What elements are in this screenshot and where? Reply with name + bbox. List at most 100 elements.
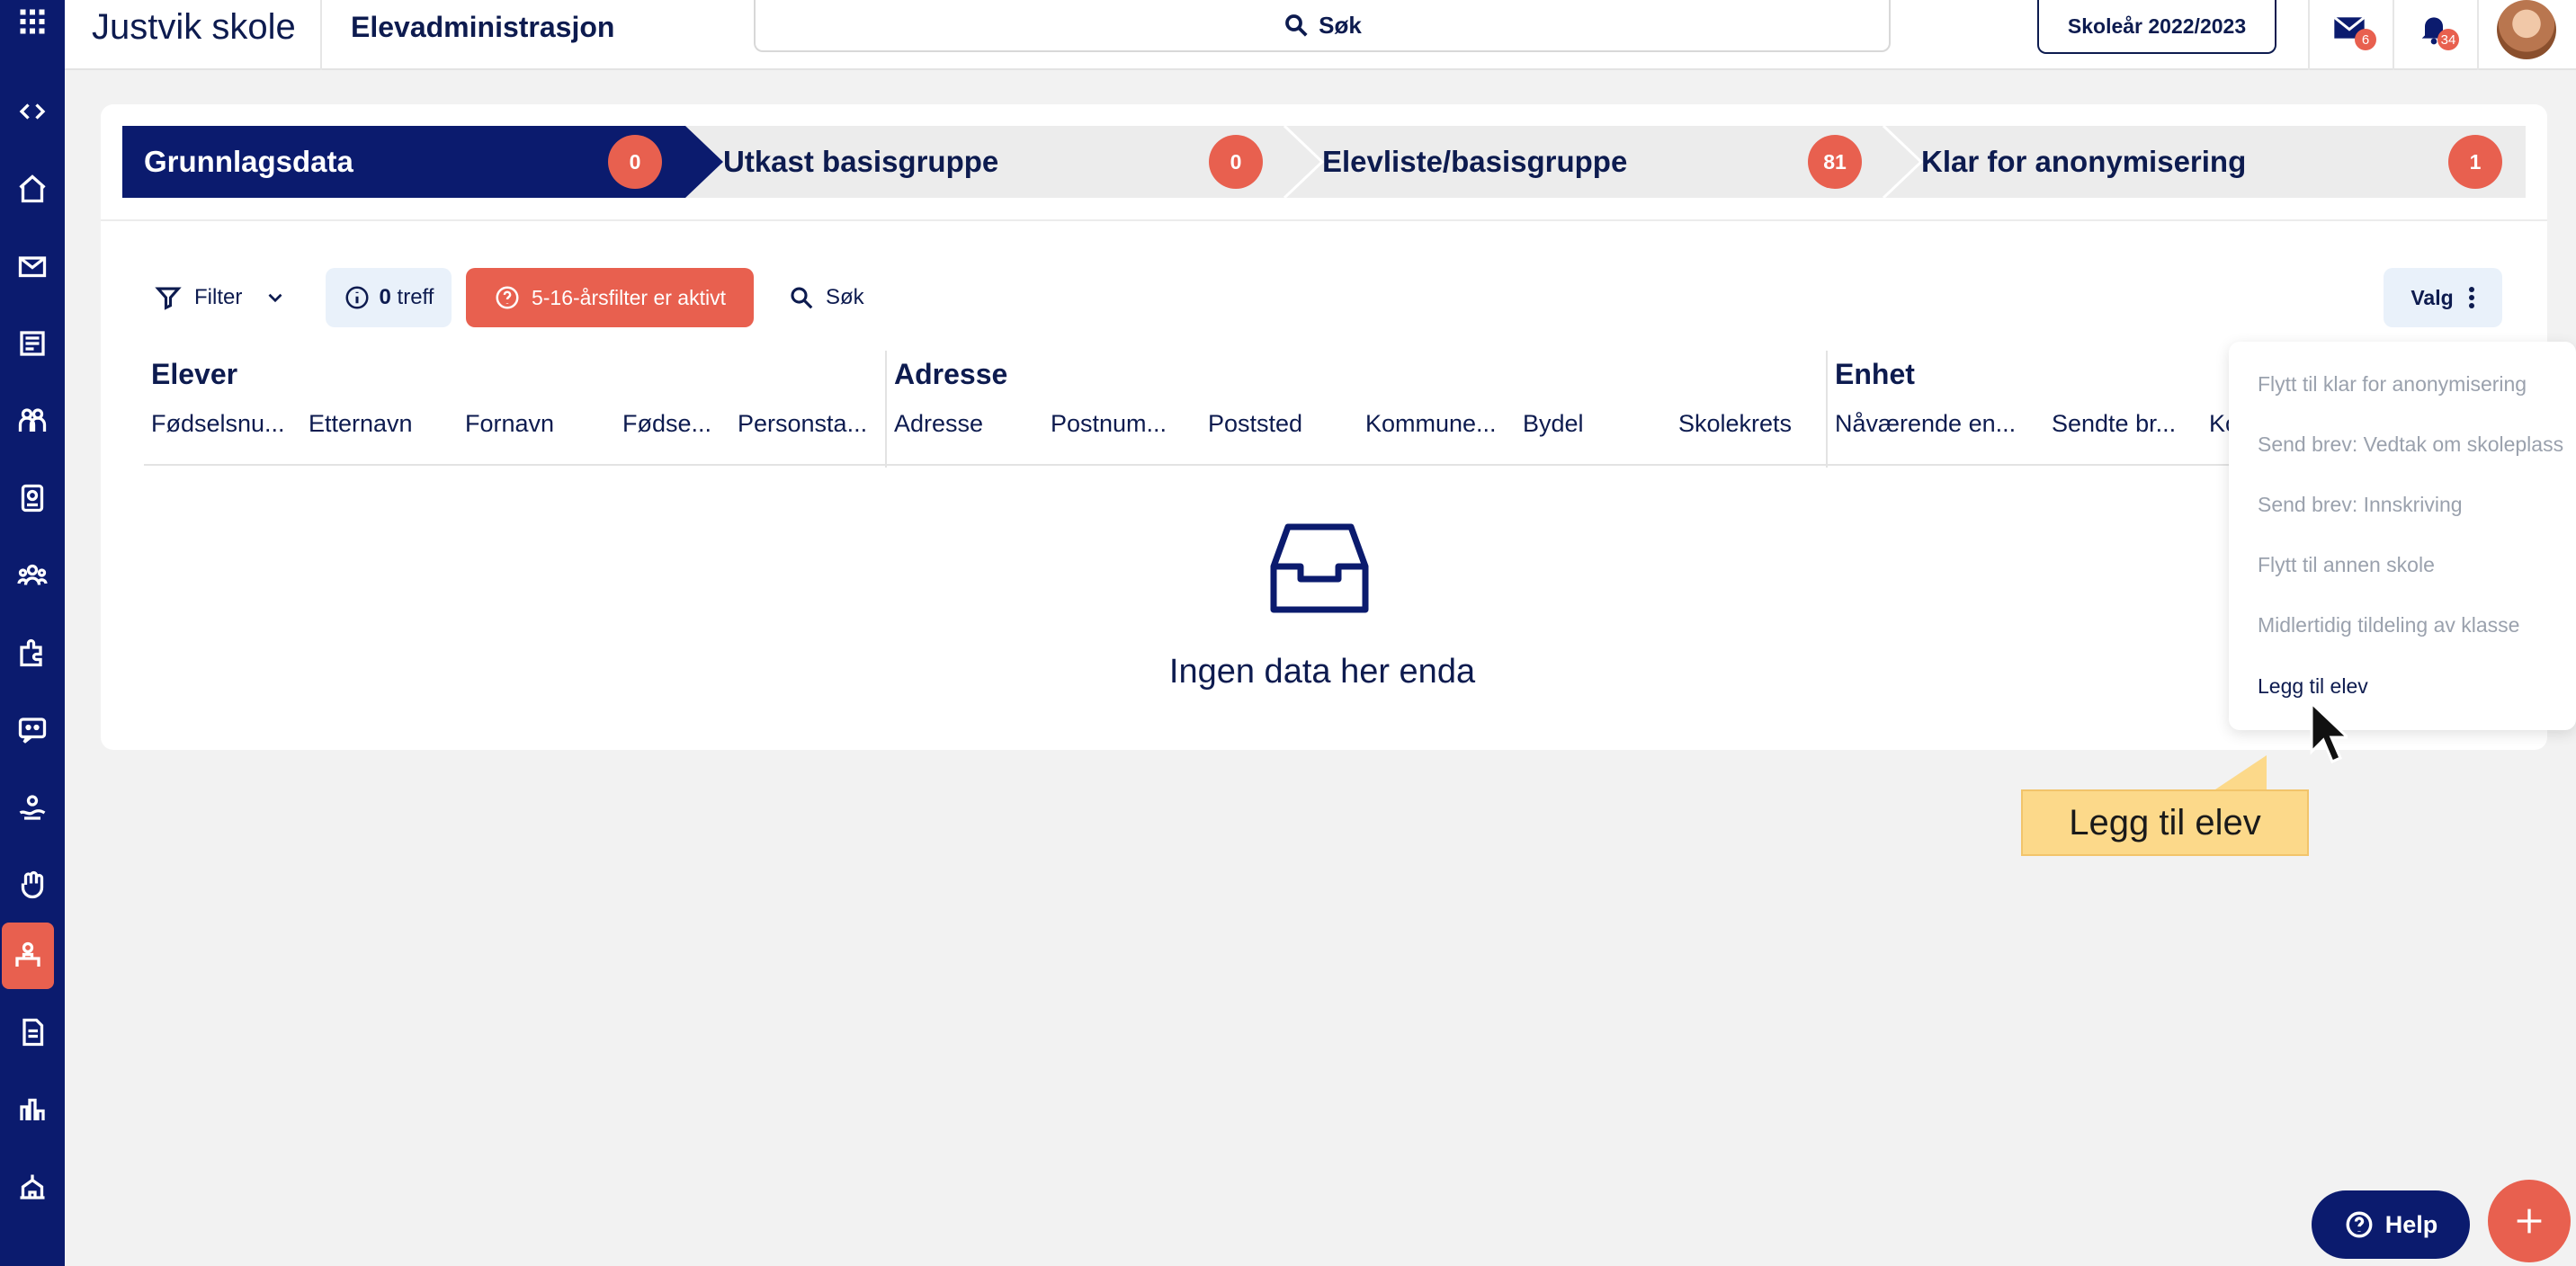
step-grunnlagsdata[interactable]: Grunnlagsdata 0 — [122, 126, 685, 198]
column-header[interactable]: Bydel — [1523, 410, 1584, 438]
step-count-badge: 1 — [2448, 135, 2502, 189]
apps-grid-icon[interactable] — [0, 0, 65, 54]
search-icon — [791, 287, 813, 309]
search-icon — [1285, 14, 1308, 37]
student-admin-icon[interactable] — [2, 923, 54, 989]
main-card: Grunnlagsdata 0 Utkast basisgruppe 0 Ele… — [101, 104, 2547, 750]
help-button[interactable]: Help — [2312, 1190, 2470, 1259]
filter-icon — [155, 287, 182, 310]
column-header[interactable]: Fornavn — [465, 410, 554, 438]
hits-number: 0 — [379, 285, 391, 309]
menu-item-midlertidig-tildeling[interactable]: Midlertidig tildeling av klasse — [2258, 613, 2519, 637]
mail-button[interactable]: 6 — [2313, 0, 2385, 56]
column-header[interactable]: Postnum... — [1051, 410, 1167, 438]
step-elevliste-basisgruppe[interactable]: Elevliste/basisgruppe 81 — [1322, 126, 1883, 198]
step-navigation: Grunnlagsdata 0 Utkast basisgruppe 0 Ele… — [122, 126, 2526, 198]
step-label: Elevliste/basisgruppe — [1322, 145, 1628, 178]
empty-inbox-icon — [1270, 523, 1369, 613]
step-label: Grunnlagsdata — [144, 145, 353, 178]
step-utkast-basisgruppe[interactable]: Utkast basisgruppe 0 — [723, 126, 1284, 198]
group-header-enhet: Enhet — [1835, 358, 1915, 390]
menu-item-flytt-til-klar[interactable]: Flytt til klar for anonymisering — [2258, 372, 2527, 397]
group-divider — [885, 351, 887, 468]
table-search-button[interactable]: Søk — [788, 268, 864, 327]
kebab-menu-icon — [2468, 287, 2474, 308]
collapse-icon[interactable] — [0, 79, 65, 144]
group-header-adresse: Adresse — [894, 358, 1008, 390]
hand-heart-icon[interactable] — [0, 775, 65, 840]
school-year-button[interactable]: Skoleår 2022/2023 — [2037, 0, 2276, 54]
group-icon[interactable] — [0, 543, 65, 608]
news-icon[interactable] — [0, 311, 65, 376]
mouse-cursor-icon — [2310, 701, 2348, 763]
add-fab-button[interactable] — [2488, 1180, 2571, 1262]
question-icon — [2346, 1211, 2373, 1238]
header-divider — [2393, 0, 2394, 70]
header-divider — [320, 0, 322, 70]
people-icon[interactable] — [0, 388, 65, 453]
header-divider — [2308, 0, 2310, 70]
filter-button[interactable]: Filter — [155, 268, 287, 327]
column-header[interactable]: Sendte br... — [2052, 410, 2176, 438]
column-header[interactable]: Kommune... — [1365, 410, 1497, 438]
plus-icon — [2517, 1208, 2542, 1234]
step-count-badge: 81 — [1808, 135, 1862, 189]
mail-count-badge: 6 — [2355, 29, 2376, 50]
top-header: Justvik skole Elevadministrasjon Søk Sko… — [65, 0, 2576, 70]
wave-icon[interactable] — [0, 852, 65, 917]
age-filter-button[interactable]: 5-16-årsfilter er aktivt — [466, 268, 754, 327]
global-search[interactable]: Søk — [754, 0, 1891, 52]
menu-item-flytt-til-annen-skole[interactable]: Flytt til annen skole — [2258, 553, 2435, 577]
menu-item-send-brev-vedtak[interactable]: Send brev: Vedtak om skoleplass — [2258, 432, 2563, 457]
step-label: Klar for anonymisering — [1921, 145, 2247, 178]
global-search-label: Søk — [1319, 11, 1362, 39]
group-header-elever: Elever — [151, 358, 238, 390]
filter-label: Filter — [194, 285, 243, 309]
empty-state-text: Ingen data her enda — [1168, 653, 1476, 691]
column-header[interactable]: Personsta... — [738, 410, 867, 438]
chart-icon[interactable] — [0, 1077, 65, 1142]
menu-item-legg-til-elev[interactable]: Legg til elev — [2258, 674, 2368, 699]
column-header[interactable]: Poststed — [1208, 410, 1302, 438]
group-divider — [1826, 351, 1828, 468]
column-header[interactable]: Etternavn — [309, 410, 413, 438]
tooltip-callout: Legg til elev — [2021, 789, 2309, 856]
age-filter-label: 5-16-årsfilter er aktivt — [531, 285, 726, 309]
home-icon[interactable] — [0, 156, 65, 221]
school-icon[interactable] — [0, 1155, 65, 1219]
notifications-button[interactable]: 34 — [2398, 0, 2470, 56]
chat-icon[interactable] — [0, 698, 65, 762]
step-count-badge: 0 — [608, 135, 662, 189]
divider — [101, 219, 2547, 221]
chevron-down-icon — [268, 293, 282, 303]
menu-item-send-brev-innskriving[interactable]: Send brev: Innskriving — [2258, 493, 2463, 517]
header-divider — [2477, 0, 2479, 70]
column-header[interactable]: Nåværende en... — [1835, 410, 2016, 438]
hits-label: treff — [397, 285, 434, 309]
tooltip-pointer — [2213, 755, 2267, 791]
hits-count: 0 treff — [326, 268, 452, 327]
column-header[interactable]: Fødselsnu... — [151, 410, 285, 438]
notification-count-badge: 34 — [2437, 29, 2459, 50]
valg-button[interactable]: Valg — [2384, 268, 2502, 327]
step-label: Utkast basisgruppe — [723, 145, 999, 178]
table-search-label: Søk — [826, 285, 864, 309]
step-klar-for-anonymisering[interactable]: Klar for anonymisering 1 — [1921, 126, 2526, 198]
info-icon — [345, 286, 369, 309]
column-header[interactable]: Skolekrets — [1678, 410, 1792, 438]
valg-dropdown-menu: Flytt til klar for anonymisering Send br… — [2229, 342, 2576, 730]
sidebar — [0, 0, 65, 1266]
module-title: Elevadministrasjon — [351, 11, 615, 43]
column-header[interactable]: Fødse... — [622, 410, 711, 438]
school-name: Justvik skole — [92, 7, 296, 47]
column-header[interactable]: Adresse — [894, 410, 983, 438]
badge-icon[interactable] — [0, 466, 65, 530]
valg-label: Valg — [2411, 285, 2454, 309]
puzzle-icon[interactable] — [0, 620, 65, 685]
help-label: Help — [2384, 1210, 2438, 1238]
mail-icon[interactable] — [0, 234, 65, 299]
document-icon[interactable] — [0, 1000, 65, 1065]
step-count-badge: 0 — [1209, 135, 1263, 189]
question-icon — [496, 286, 519, 309]
avatar[interactable] — [2497, 0, 2556, 59]
